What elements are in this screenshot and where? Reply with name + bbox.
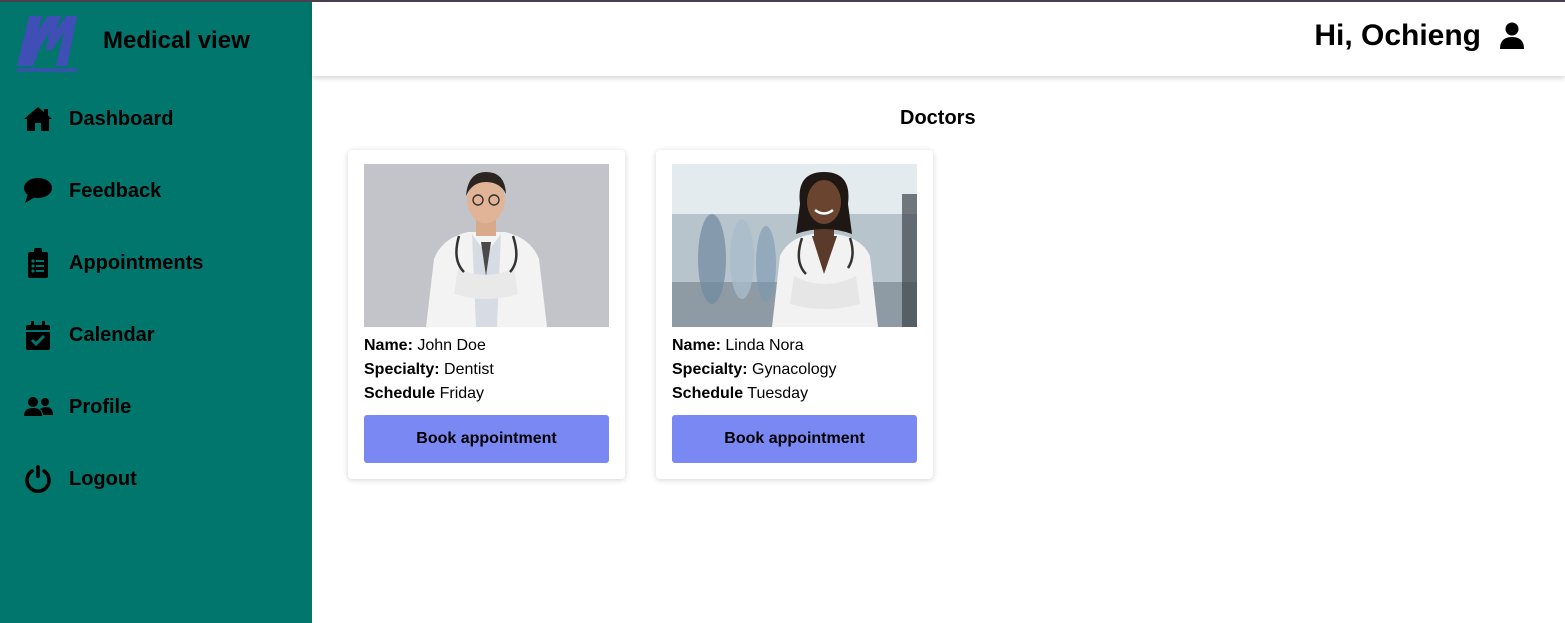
sidebar-item-label: Appointments [69, 252, 204, 274]
sidebar-item-appointments[interactable]: Appointments [0, 239, 312, 289]
doctor-photo [364, 164, 609, 327]
doctor-name: Linda Nora [725, 337, 804, 354]
power-icon [22, 463, 54, 495]
doctor-schedule-row: Schedule Tuesday [672, 385, 808, 403]
sidebar-item-label: Calendar [69, 324, 155, 346]
app-logo [13, 10, 81, 76]
users-icon [22, 391, 54, 423]
sidebar-item-label: Profile [69, 396, 132, 418]
schedule-label: Schedule [364, 385, 436, 402]
comment-icon [22, 175, 54, 207]
doctor-schedule-row: Schedule Friday [364, 385, 484, 403]
app-name: Medical view [103, 27, 250, 54]
sidebar-item-calendar[interactable]: Calendar [0, 311, 312, 361]
specialty-label: Specialty: [364, 361, 440, 378]
sidebar-item-label: Dashboard [69, 108, 174, 130]
doctor-specialty-row: Specialty: Dentist [364, 361, 494, 379]
doctor-photo [672, 164, 917, 327]
page-title: Doctors [900, 107, 976, 129]
top-header: Hi, Ochieng [312, 2, 1565, 76]
clipboard-list-icon [22, 247, 54, 279]
doctor-specialty-row: Specialty: Gynacology [672, 361, 837, 379]
schedule-label: Schedule [672, 385, 744, 402]
name-label: Name: [364, 337, 413, 354]
sidebar-item-label: Feedback [69, 180, 162, 202]
name-label: Name: [672, 337, 721, 354]
doctor-schedule: Tuesday [747, 385, 809, 402]
sidebar-item-logout[interactable]: Logout [0, 455, 312, 505]
window-top-border [0, 0, 1565, 2]
user-icon[interactable] [1499, 22, 1525, 50]
sidebar-item-dashboard[interactable]: Dashboard [0, 95, 312, 145]
calendar-check-icon [22, 319, 54, 351]
doctor-schedule: Friday [439, 385, 485, 402]
doctor-name-row: Name: Linda Nora [672, 337, 804, 355]
doctor-card: Name: Linda Nora Specialty: Gynacology S… [656, 150, 933, 479]
doctor-specialty: Dentist [444, 361, 494, 378]
doctor-name-row: Name: John Doe [364, 337, 486, 355]
doctor-name: John Doe [417, 337, 486, 354]
sidebar-item-feedback[interactable]: Feedback [0, 167, 312, 217]
user-greeting: Hi, Ochieng [1314, 19, 1481, 52]
sidebar-item-label: Logout [69, 468, 137, 490]
home-icon [22, 103, 54, 135]
book-appointment-button[interactable]: Book appointment [364, 415, 609, 463]
brand: Medical view [0, 0, 312, 80]
sidebar: Medical view Dashboard Feedback Appointm… [0, 0, 312, 623]
book-appointment-button[interactable]: Book appointment [672, 415, 917, 463]
doctor-specialty: Gynacology [752, 361, 837, 378]
specialty-label: Specialty: [672, 361, 748, 378]
sidebar-item-profile[interactable]: Profile [0, 383, 312, 433]
doctor-card: Name: John Doe Specialty: Dentist Schedu… [348, 150, 625, 479]
